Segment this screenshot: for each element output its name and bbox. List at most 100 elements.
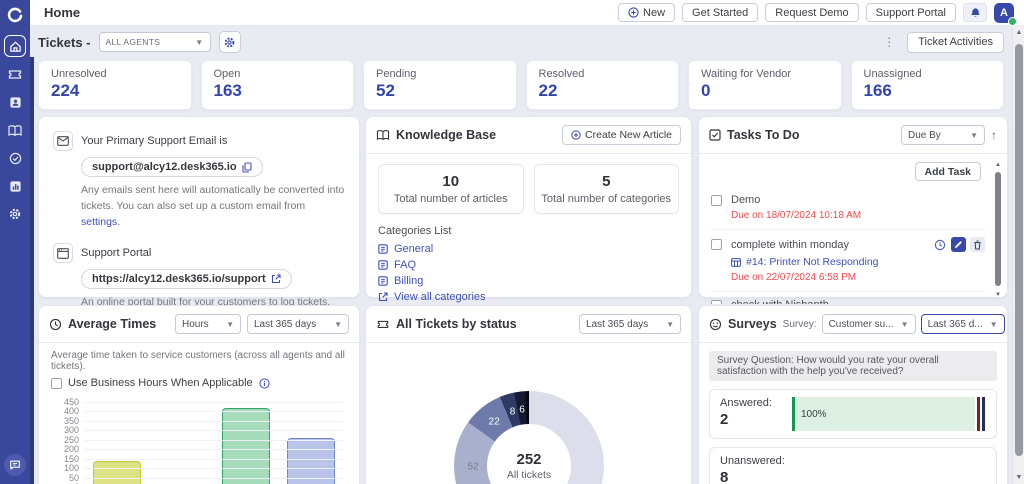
sidebar-item-home[interactable] [4, 35, 26, 57]
browser-window-icon [53, 243, 73, 263]
tickets-toolbar: Tickets - ALL AGENTS ▼ ⋮ Ticket Activiti… [38, 30, 1004, 54]
agent-filter-select[interactable]: ALL AGENTS ▼ [99, 32, 211, 52]
scroll-up-icon[interactable]: ▲ [1013, 29, 1024, 36]
portal-url-pill[interactable]: https://alcy12.desk365.io/support [81, 269, 292, 289]
chevron-down-icon: ▼ [990, 320, 998, 329]
app-logo-icon[interactable] [4, 4, 26, 26]
stat-card-open[interactable]: Open 163 [201, 60, 355, 110]
more-options-icon[interactable]: ⋮ [881, 35, 897, 49]
tasks-list: Add Task Demo Due on 18/07/2024 10:18 AM… [699, 154, 1007, 304]
stat-card-unresolved[interactable]: Unresolved 224 [38, 60, 192, 110]
view-all-categories-link[interactable]: View all categories [378, 291, 679, 303]
category-icon [378, 276, 388, 286]
task-delete-button[interactable] [970, 237, 985, 252]
y-axis-tick: 250 [53, 435, 79, 445]
average-times-panel: Average Times Hours ▼ Last 365 days ▼ Av… [38, 305, 360, 484]
sidebar-item-tasks[interactable] [4, 147, 26, 169]
y-axis-tick: 50 [53, 473, 79, 483]
category-link-faq[interactable]: FAQ [378, 259, 679, 271]
average-times-description: Average time taken to service customers … [51, 350, 347, 372]
primary-email-pill[interactable]: support@alcy12.desk365.io [81, 157, 263, 177]
page-scrollbar-thumb[interactable] [1015, 44, 1023, 456]
pencil-icon [954, 240, 963, 249]
tickets-by-status-title: All Tickets by status [396, 317, 517, 331]
tasks-scrollbar[interactable]: ▲ ▼ [994, 162, 1002, 298]
plus-circle-icon [628, 7, 639, 18]
task-checkbox[interactable] [711, 239, 722, 250]
task-row[interactable]: check with Nishanth #14: Printer Not Res… [711, 291, 985, 304]
sidebar-item-reports[interactable] [4, 175, 26, 197]
avg-range-select[interactable]: Last 365 days ▼ [247, 314, 349, 334]
chevron-down-icon: ▼ [666, 320, 674, 329]
notifications-button[interactable] [963, 3, 987, 22]
create-new-article-button[interactable]: Create New Article [562, 125, 681, 145]
bar-closed [279, 403, 344, 484]
settings-link[interactable]: settings [81, 216, 117, 228]
sidebar-item-knowledge-base[interactable] [4, 119, 26, 141]
bar-first-assigned [85, 403, 150, 484]
chevron-down-icon: ▼ [226, 320, 234, 329]
task-checkbox[interactable] [711, 300, 722, 305]
task-due-date: Due on 22/07/2024 6:58 PM [731, 272, 985, 283]
dashboard-settings-button[interactable] [219, 31, 241, 53]
category-link-billing[interactable]: Billing [378, 275, 679, 287]
request-demo-button[interactable]: Request Demo [765, 3, 858, 22]
average-times-title: Average Times [68, 317, 156, 331]
primary-email-description: Any emails sent here will automatically … [81, 183, 345, 230]
page-scrollbar[interactable]: ▲ ▼ [1012, 26, 1024, 484]
unanswered-card: Unanswered: 8 [709, 447, 997, 484]
status-range-select[interactable]: Last 365 days ▼ [579, 314, 681, 334]
donut-total-label: All tickets [507, 469, 551, 481]
donut-segment-label: 22 [489, 417, 500, 428]
sidebar-item-contacts[interactable] [4, 91, 26, 113]
task-row[interactable]: Demo Due on 18/07/2024 10:18 AM [711, 187, 985, 229]
business-hours-checkbox[interactable] [51, 378, 62, 389]
content-edge-accent [30, 57, 34, 484]
support-portal-button[interactable]: Support Portal [866, 3, 956, 22]
surveys-title: Surveys [728, 317, 777, 331]
avg-unit-select[interactable]: Hours ▼ [175, 314, 241, 334]
unanswered-label: Unanswered: [720, 455, 785, 467]
sidebar-item-settings[interactable] [4, 203, 26, 225]
stat-card-resolved[interactable]: Resolved 22 [526, 60, 680, 110]
info-icon[interactable] [259, 378, 270, 389]
survey-range-select[interactable]: Last 365 d... ▼ [921, 314, 1005, 334]
chevron-down-icon: ▼ [334, 320, 342, 329]
sidebar-item-tickets[interactable] [4, 63, 26, 85]
bar-resolved [214, 403, 279, 484]
sidebar [0, 0, 30, 484]
sort-ascending-icon[interactable]: ↑ [991, 128, 997, 142]
answered-card: Answered: 2 100% [709, 389, 997, 439]
get-started-button[interactable]: Get Started [682, 3, 758, 22]
user-avatar[interactable]: A [994, 3, 1014, 23]
support-email-panel: Your Primary Support Email is support@al… [38, 116, 360, 298]
survey-select[interactable]: Customer su... ▼ [822, 314, 916, 334]
task-reminder-button[interactable] [932, 237, 947, 252]
y-axis-tick: 100 [53, 463, 79, 473]
main-content: Tickets - ALL AGENTS ▼ ⋮ Ticket Activiti… [30, 26, 1012, 484]
y-axis-tick: 150 [53, 454, 79, 464]
external-link-icon[interactable] [271, 274, 281, 284]
add-task-button[interactable]: Add Task [915, 162, 981, 181]
task-row[interactable]: complete within monday [711, 229, 985, 291]
scroll-down-icon[interactable]: ▼ [1013, 474, 1024, 481]
stat-card-unassigned[interactable]: Unassigned 166 [851, 60, 1005, 110]
scroll-up-icon[interactable]: ▲ [994, 162, 1002, 168]
stat-card-pending[interactable]: Pending 52 [363, 60, 517, 110]
task-checkbox[interactable] [711, 195, 722, 206]
tickets-status-donut-chart: 252 All tickets 162522286 [454, 391, 604, 484]
task-edit-button[interactable] [951, 237, 966, 252]
new-button[interactable]: New [618, 3, 675, 22]
bar-first-replied [150, 403, 215, 484]
ticket-icon [8, 67, 22, 81]
category-link-general[interactable]: General [378, 243, 679, 255]
stat-card-waiting-for-vendor[interactable]: Waiting for Vendor 0 [688, 60, 842, 110]
tasks-scrollbar-thumb[interactable] [995, 172, 1001, 286]
y-axis-tick: 300 [53, 425, 79, 435]
ticket-activities-button[interactable]: Ticket Activities [907, 32, 1004, 53]
copy-icon[interactable] [242, 162, 252, 173]
task-ticket-link[interactable]: #14: Printer Not Responding [731, 256, 985, 268]
tasks-sort-select[interactable]: Due By ▼ [901, 125, 985, 145]
scroll-down-icon[interactable]: ▼ [994, 292, 1002, 298]
chat-bubble-icon[interactable] [4, 454, 26, 476]
